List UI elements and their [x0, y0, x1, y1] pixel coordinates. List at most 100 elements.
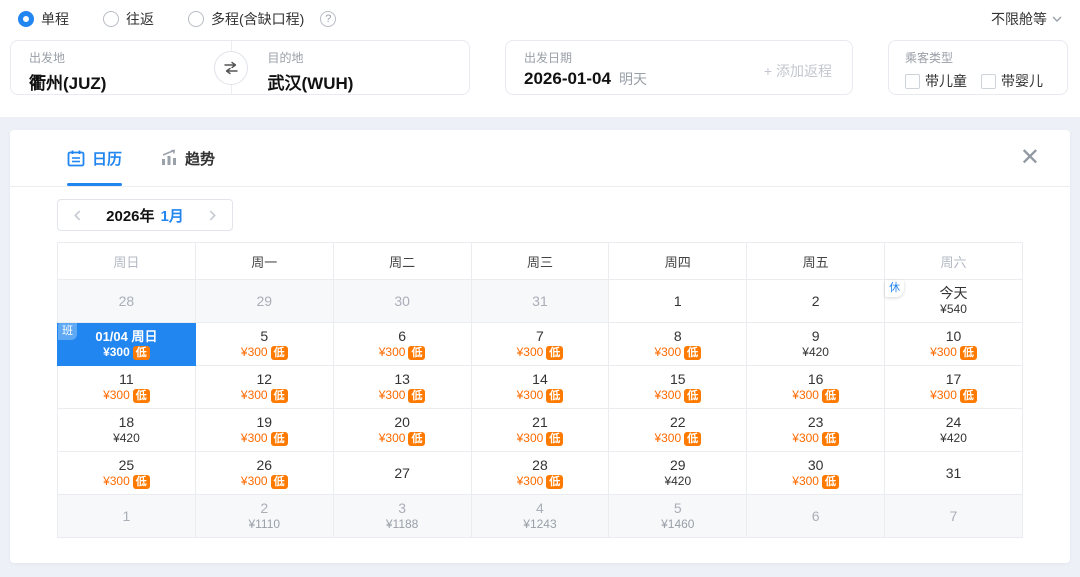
cell-day-label: 6 — [398, 328, 406, 344]
next-month-icon[interactable] — [207, 210, 218, 221]
cell-price: ¥1110 — [248, 517, 281, 531]
calendar-cell-today[interactable]: 休 今天 ¥540 — [884, 279, 1023, 323]
calendar-cell[interactable]: 5 ¥300 低 — [194, 322, 334, 366]
cell-price: ¥300 低 — [609, 431, 746, 446]
cell-price: ¥300 低 — [196, 388, 333, 403]
calendar-cell[interactable]: 23 ¥300 低 — [746, 408, 886, 452]
cell-day-label: 5 — [673, 500, 682, 516]
calendar-cell[interactable]: 12 ¥300 低 — [194, 365, 334, 409]
calendar-cell[interactable]: 28 — [57, 279, 196, 323]
cell-day-label: 27 — [394, 464, 410, 481]
calendar-cell[interactable]: 4 ¥1243 — [470, 494, 610, 538]
cell-price: ¥420 — [940, 431, 967, 445]
cell-day-label: 16 — [807, 371, 824, 387]
close-icon[interactable]: ✕ — [1014, 144, 1046, 172]
calendar-cell[interactable]: 22 ¥300 低 — [608, 408, 748, 452]
calendar-cell[interactable]: 15 ¥300 低 — [608, 365, 748, 409]
calendar-cell[interactable]: 5 ¥1460 — [608, 494, 748, 538]
destination-field[interactable]: 目的地 武汉(WUH) — [232, 41, 470, 94]
price-calendar-table: 周日 周一 周二 周三 周四 周五 周六 28 29 30 31 1 2 休今天 ¥540 班 01/04 周… — [57, 242, 1023, 538]
calendar-cell[interactable]: 6 — [746, 494, 886, 538]
cell-price: ¥300 低 — [472, 345, 609, 360]
calendar-cell[interactable]: 13 ¥300 低 — [332, 365, 472, 409]
calendar-cell-selected[interactable]: 班 01/04 周日 ¥300 低 — [57, 322, 196, 366]
cell-day-label: 2 — [811, 292, 820, 309]
calendar-cell[interactable]: 1 — [57, 494, 196, 538]
radio-icon — [188, 11, 204, 27]
cell-day-label: 今天 — [939, 285, 968, 301]
calendar-cell[interactable]: 17 ¥300 低 — [884, 365, 1023, 409]
with-infants-label: 带婴儿 — [1001, 73, 1043, 89]
calendar-cell[interactable]: 24 ¥420 — [884, 408, 1023, 452]
cell-day-label: 23 — [807, 414, 824, 430]
destination-label: 目的地 — [267, 51, 304, 65]
calendar-cell[interactable]: 8 ¥300 低 — [608, 322, 748, 366]
calendar-cell[interactable]: 2 ¥1110 — [194, 494, 334, 538]
cell-price: ¥300 低 — [472, 388, 609, 403]
trip-type-oneway[interactable]: 单程 — [18, 9, 69, 29]
cell-day-label: 21 — [532, 414, 548, 430]
departure-field[interactable]: 出发地 衢州(JUZ) — [11, 41, 231, 94]
month-label: 2026年 1月 — [106, 207, 184, 225]
cell-price: ¥300 低 — [334, 388, 471, 403]
calendar-cell[interactable]: 1 — [608, 279, 748, 323]
calendar-cell[interactable]: 9 ¥420 — [746, 322, 886, 366]
cell-price: ¥300 低 — [196, 345, 333, 360]
help-icon[interactable]: ? — [320, 11, 337, 27]
low-price-badge: 低 — [821, 431, 839, 446]
trip-type-multicity[interactable]: 多程(含缺口程) — [188, 9, 304, 29]
date-hint: 明天 — [618, 71, 647, 87]
low-price-badge: 低 — [408, 345, 426, 360]
calendar-cell[interactable]: 21 ¥300 低 — [470, 408, 610, 452]
departure-date-field[interactable]: 出发日期 2026-01-04 明天 — [506, 41, 764, 94]
cell-day-label: 25 — [118, 457, 135, 473]
calendar-cell[interactable]: 28 ¥300 低 — [470, 451, 610, 495]
with-children-checkbox[interactable]: 带儿童 — [905, 71, 967, 91]
cabin-class-dropdown[interactable]: 不限舱等 — [991, 9, 1070, 29]
calendar-cell[interactable]: 14 ¥300 低 — [470, 365, 610, 409]
calendar-cell[interactable]: 19 ¥300 低 — [194, 408, 334, 452]
destination-value: 武汉(WUH) — [267, 74, 354, 93]
swap-cities-button[interactable] — [213, 51, 248, 85]
prev-month-icon[interactable] — [72, 210, 83, 221]
calendar-cell[interactable]: 30 — [332, 279, 472, 323]
calendar-cell[interactable]: 29 ¥420 — [608, 451, 748, 495]
low-price-badge: 低 — [132, 388, 150, 403]
trip-type-roundtrip[interactable]: 往返 — [103, 9, 154, 29]
calendar-cell[interactable]: 27 — [332, 451, 472, 495]
rest-day-badge: 休 — [885, 280, 905, 297]
tab-trend-label: 趋势 — [185, 150, 216, 168]
calendar-cell[interactable]: 25 ¥300 低 — [57, 451, 196, 495]
cell-day-label: 30 — [807, 457, 824, 473]
low-price-badge: 低 — [270, 345, 288, 360]
calendar-cell[interactable]: 3 ¥1188 — [332, 494, 472, 538]
calendar-cell[interactable]: 20 ¥300 低 — [332, 408, 472, 452]
with-infants-checkbox[interactable]: 带婴儿 — [981, 71, 1043, 91]
cell-day-label: 11 — [119, 371, 134, 387]
calendar-cell[interactable]: 18 ¥420 — [57, 408, 196, 452]
calendar-cell[interactable]: 16 ¥300 低 — [746, 365, 886, 409]
calendar-cell[interactable]: 2 — [746, 279, 886, 323]
cell-day-label: 18 — [118, 414, 135, 430]
departure-date-label: 出发日期 — [524, 51, 573, 65]
cell-price: ¥300 低 — [334, 431, 471, 446]
calendar-cell[interactable]: 7 ¥300 低 — [470, 322, 610, 366]
calendar-cell[interactable]: 26 ¥300 低 — [194, 451, 334, 495]
calendar-cell[interactable]: 7 — [884, 494, 1023, 538]
calendar-cell[interactable]: 31 — [884, 451, 1023, 495]
calendar-cell[interactable]: 11 ¥300 低 — [57, 365, 196, 409]
add-return-button[interactable]: + 添加返程 — [764, 61, 832, 94]
calendar-icon — [67, 150, 85, 167]
calendar-cell[interactable]: 31 — [470, 279, 610, 323]
calendar-week-row: 18 ¥420 19 ¥300 低 20 ¥300 低 21 ¥300 低 22 ¥300 低 23 ¥300… — [57, 408, 1023, 452]
calendar-cell[interactable]: 30 ¥300 低 — [746, 451, 886, 495]
calendar-cell[interactable]: 6 ¥300 低 — [332, 322, 472, 366]
calendar-cell[interactable]: 29 — [194, 279, 334, 323]
calendar-cell[interactable]: 10 ¥300 低 — [884, 322, 1023, 366]
cell-price: ¥300 低 — [196, 474, 333, 489]
cell-day-label: 2 — [260, 500, 269, 516]
cell-day-label: 9 — [811, 328, 820, 344]
tab-calendar[interactable]: 日历 — [67, 130, 123, 186]
active-tab-underline — [67, 183, 123, 186]
tab-trend[interactable]: 趋势 — [160, 130, 215, 186]
